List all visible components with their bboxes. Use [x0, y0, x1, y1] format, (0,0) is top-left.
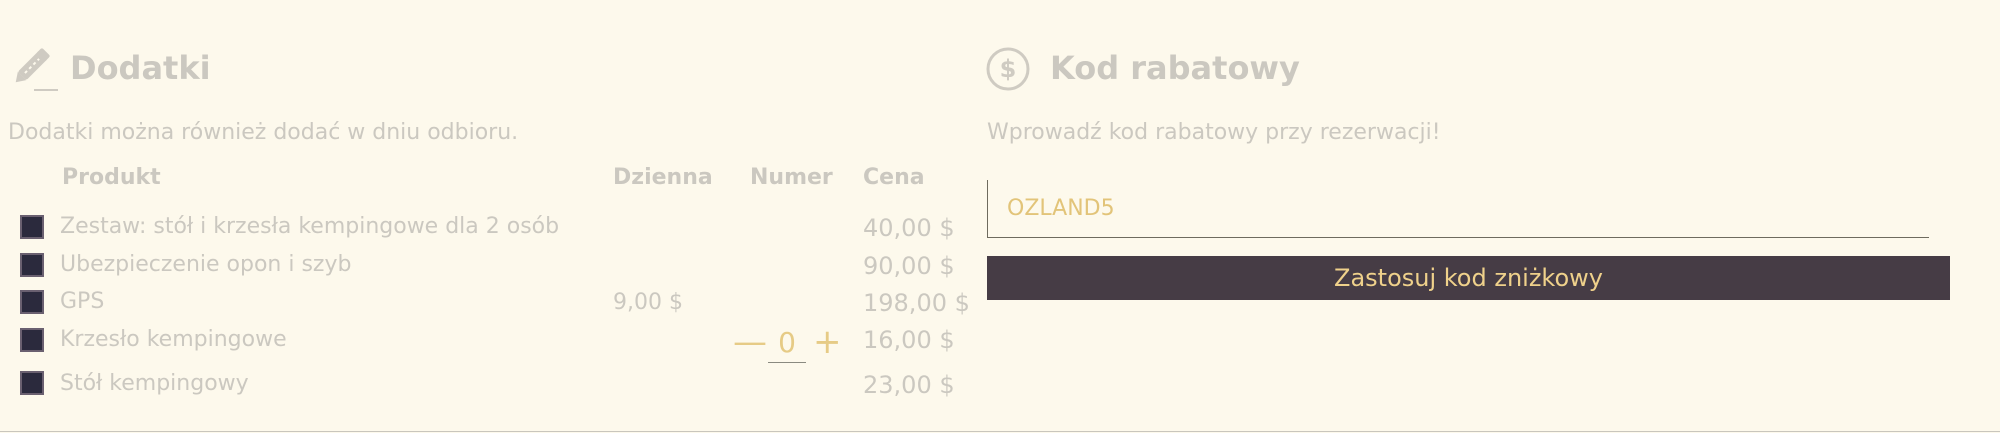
- quantity-value[interactable]: 0: [768, 324, 806, 363]
- addon-label: GPS: [60, 289, 105, 314]
- addon-checkbox[interactable]: [20, 371, 44, 395]
- column-header-product: Produkt: [62, 165, 161, 190]
- addon-price: 40,00 $: [863, 214, 955, 242]
- increase-quantity-button[interactable]: +: [813, 325, 842, 359]
- addon-price: 198,00 $: [863, 289, 970, 317]
- addons-title: Dodatki: [70, 49, 211, 87]
- coupon-subtitle: Wprowadź kod rabatowy przy rezerwacji!: [987, 120, 1441, 145]
- coupon-code-input[interactable]: [987, 180, 1929, 238]
- addon-price: 16,00 $: [863, 326, 955, 354]
- pencil-icon: [6, 40, 58, 92]
- dollar-circle-icon: $: [985, 46, 1031, 92]
- coupon-title: Kod rabatowy: [1050, 49, 1300, 87]
- column-header-number: Numer: [750, 165, 833, 190]
- addon-checkbox[interactable]: [20, 253, 44, 277]
- addon-checkbox[interactable]: [20, 290, 44, 314]
- svg-text:$: $: [1000, 55, 1017, 83]
- addon-checkbox[interactable]: [20, 328, 44, 352]
- addon-daily-price: 9,00 $: [613, 290, 683, 315]
- divider: [0, 431, 2000, 432]
- addon-price: 23,00 $: [863, 371, 955, 399]
- addon-label: Zestaw: stół i krzesła kempingowe dla 2 …: [60, 214, 560, 239]
- decrease-quantity-button[interactable]: —: [733, 325, 767, 359]
- apply-coupon-button[interactable]: Zastosuj kod zniżkowy: [987, 256, 1950, 300]
- addons-subtitle: Dodatki można również dodać w dniu odbio…: [8, 120, 519, 145]
- addon-label: Krzesło kempingowe: [60, 327, 287, 352]
- column-header-price: Cena: [863, 165, 925, 190]
- column-header-daily: Dzienna: [613, 165, 713, 190]
- addon-checkbox[interactable]: [20, 215, 44, 239]
- addon-label: Ubezpieczenie opon i szyb: [60, 252, 352, 277]
- addon-label: Stół kempingowy: [60, 371, 249, 396]
- addon-price: 90,00 $: [863, 252, 955, 280]
